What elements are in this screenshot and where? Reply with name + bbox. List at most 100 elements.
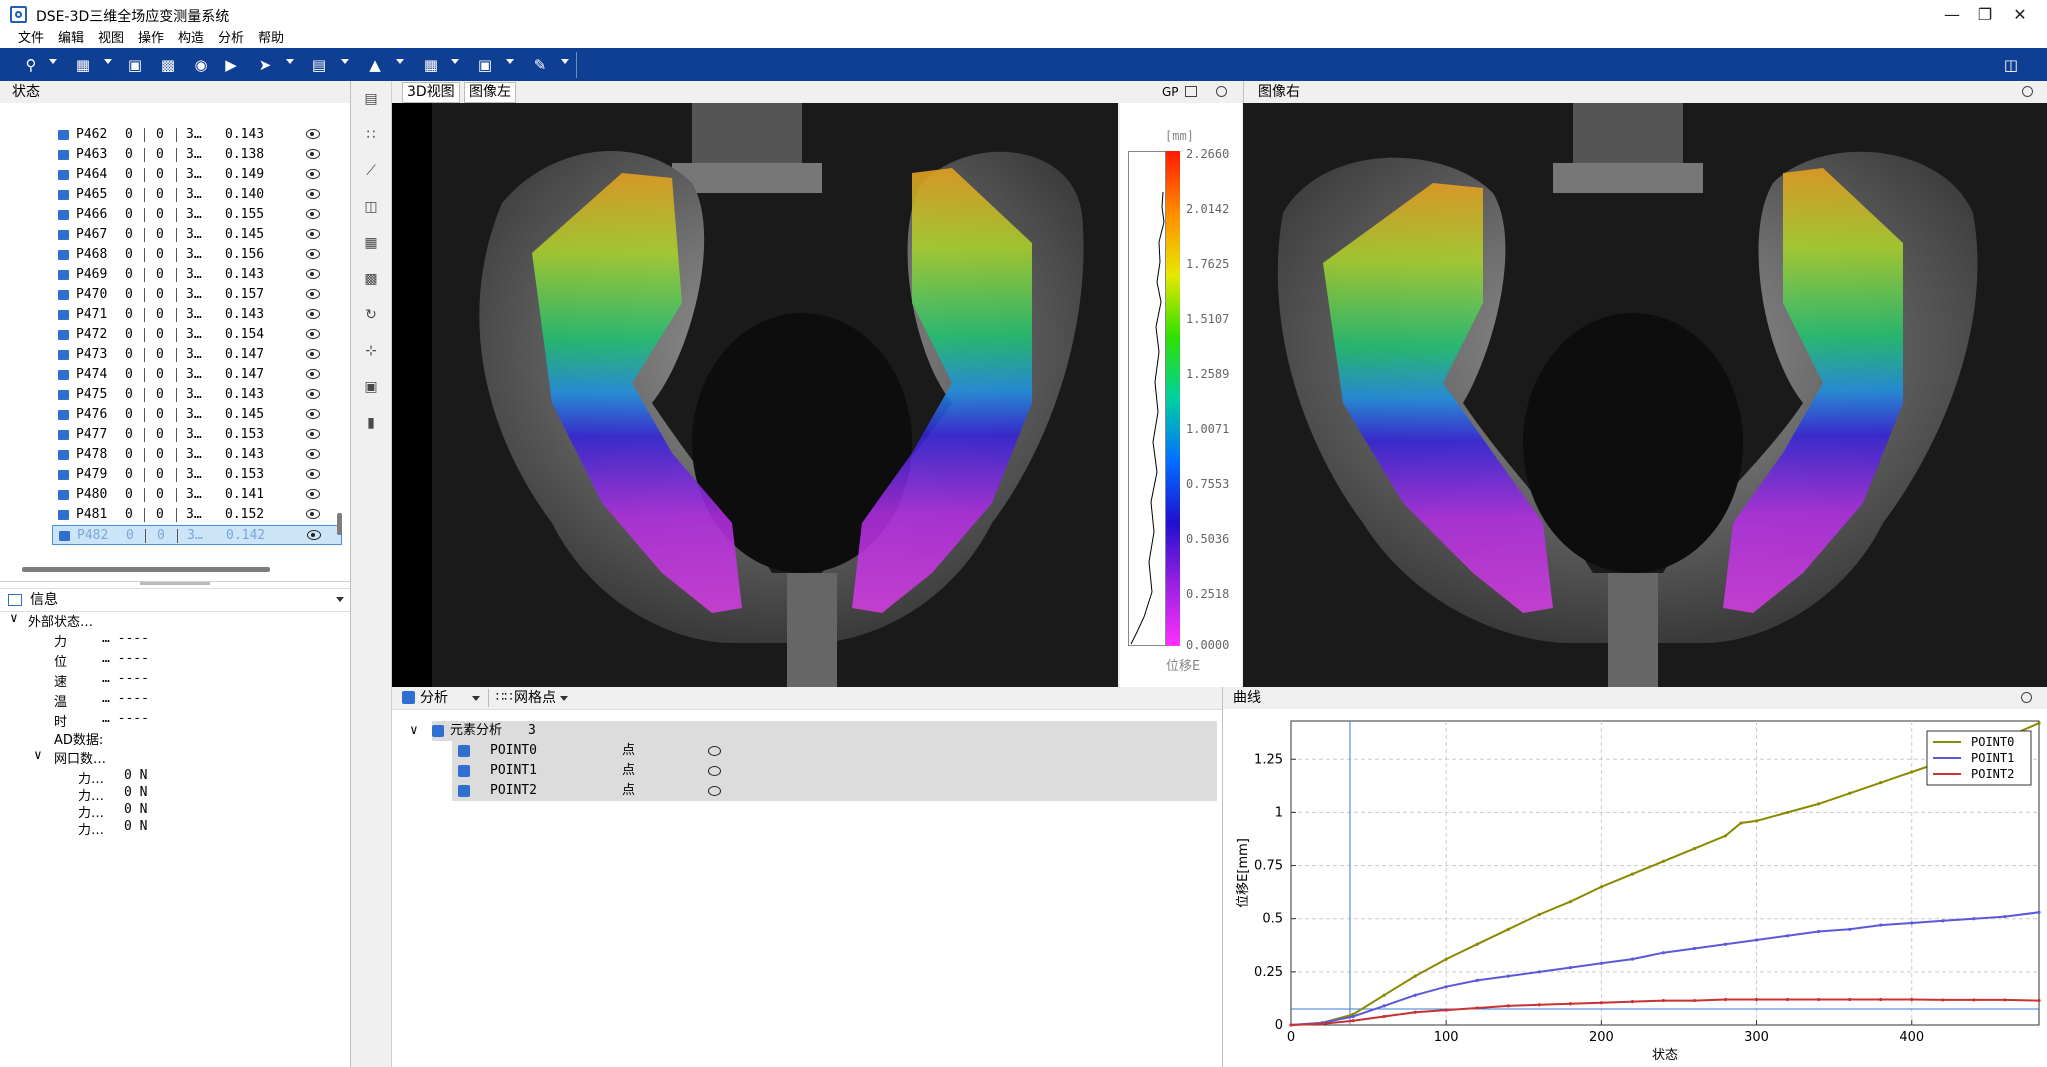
picture-icon[interactable]: ▣ [363, 379, 379, 395]
color-grid-icon[interactable]: ▩ [363, 271, 379, 287]
menu-help[interactable]: 帮助 [258, 27, 284, 46]
points-icon[interactable]: ∷ [363, 127, 379, 143]
eye-icon[interactable] [306, 409, 320, 419]
eye-icon[interactable] [306, 389, 320, 399]
status-row[interactable]: P471 0 0 3… 0.143 [52, 305, 342, 325]
tree-root-row[interactable] [432, 721, 1217, 741]
maximize-view-icon[interactable] [2021, 692, 2032, 703]
eye-icon[interactable] [306, 309, 320, 319]
status-row[interactable]: P473 0 0 3… 0.147 [52, 345, 342, 365]
menu-view[interactable]: 视图 [98, 27, 124, 46]
eye-icon[interactable] [708, 786, 721, 796]
status-row[interactable]: P465 0 0 3… 0.140 [52, 185, 342, 205]
status-row[interactable]: P476 0 0 3… 0.145 [52, 405, 342, 425]
eye-icon[interactable] [307, 530, 321, 540]
tab-analysis[interactable]: 分析 [420, 687, 448, 709]
status-row[interactable]: P472 0 0 3… 0.154 [52, 325, 342, 345]
eye-icon[interactable] [306, 509, 320, 519]
play-icon[interactable]: ▶ [220, 55, 242, 75]
search-dropdown[interactable] [49, 59, 57, 64]
collapse-icon[interactable]: ∨ [10, 611, 18, 626]
right-image-canvas[interactable] [1243, 103, 2047, 687]
export-icon[interactable]: ▣ [124, 55, 146, 75]
collapse-icon[interactable]: ∨ [410, 721, 418, 740]
tree-item-row[interactable] [452, 781, 1217, 801]
camera-icon[interactable]: ▮ [363, 415, 379, 431]
status-hscroll-thumb[interactable] [22, 567, 270, 572]
frame-dropdown[interactable] [506, 59, 514, 64]
eye-icon[interactable] [306, 349, 320, 359]
pointer-dropdown[interactable] [286, 59, 294, 64]
brush-icon[interactable]: ✎ [529, 55, 551, 75]
chevron-down-icon[interactable] [560, 696, 568, 701]
restore-button[interactable]: ❐ [1965, 4, 2005, 26]
menu-file[interactable]: 文件 [18, 27, 44, 46]
rotate-icon[interactable]: ↻ [363, 307, 379, 323]
eye-icon[interactable] [306, 129, 320, 139]
eye-icon[interactable] [306, 429, 320, 439]
close-button[interactable]: ✕ [2000, 4, 2040, 26]
line-icon[interactable]: ⟋ [363, 163, 379, 179]
external-state-label[interactable]: 外部状态… [28, 611, 93, 630]
eye-icon[interactable] [306, 269, 320, 279]
chevron-down-icon[interactable] [472, 696, 480, 701]
gp-label[interactable]: GP [1162, 81, 1179, 103]
stage-dropdown[interactable] [396, 59, 404, 64]
brush-dropdown[interactable] [561, 59, 569, 64]
left-image-canvas[interactable] [392, 103, 1118, 687]
status-row[interactable]: P470 0 0 3… 0.157 [52, 285, 342, 305]
eye-icon[interactable] [306, 149, 320, 159]
eye-icon[interactable] [306, 449, 320, 459]
grid-dropdown[interactable] [104, 59, 112, 64]
status-row[interactable]: P463 0 0 3… 0.138 [52, 145, 342, 165]
tab-grid-points[interactable]: 网格点 [514, 687, 556, 709]
layers-icon[interactable]: ▤ [308, 55, 330, 75]
layout-icon[interactable]: ▤ [363, 91, 379, 107]
status-row[interactable]: P464 0 0 3… 0.149 [52, 165, 342, 185]
displacement-chart[interactable]: 0 100 200 300 400 0 0.25 0.5 0.75 1 1.25 状态 位移E[mm] P… [1223, 709, 2047, 1067]
chevron-down-icon[interactable] [336, 597, 344, 602]
panel-toggle-icon[interactable]: ◫ [2000, 55, 2022, 75]
status-row[interactable]: P462 0 0 3… 0.143 [52, 125, 342, 145]
search-icon[interactable]: ⚲ [20, 55, 42, 75]
status-row[interactable]: P478 0 0 3… 0.143 [52, 445, 342, 465]
status-row[interactable]: P481 0 0 3… 0.152 [52, 505, 342, 525]
menu-construct[interactable]: 构造 [178, 27, 204, 46]
image-icon[interactable]: ▩ [157, 55, 179, 75]
status-row[interactable]: P469 0 0 3… 0.143 [52, 265, 342, 285]
mirror-icon[interactable]: ◫ [363, 199, 379, 215]
eye-icon[interactable] [306, 169, 320, 179]
status-row[interactable]: P467 0 0 3… 0.145 [52, 225, 342, 245]
eye-icon[interactable] [306, 469, 320, 479]
grid-icon[interactable]: ▦ [72, 55, 94, 75]
snapshot-icon[interactable] [1185, 86, 1197, 97]
info-panel-header[interactable]: 信息 [0, 588, 350, 612]
maximize-view-icon[interactable] [2022, 86, 2033, 97]
menu-analysis[interactable]: 分析 [218, 27, 244, 46]
tab-3d-view[interactable]: 3D视图 [402, 82, 460, 103]
record-icon[interactable]: ◉ [190, 55, 212, 75]
status-row[interactable]: P468 0 0 3… 0.156 [52, 245, 342, 265]
eye-icon[interactable] [306, 209, 320, 219]
collapse-icon[interactable]: ∨ [34, 748, 42, 763]
stage-icon[interactable]: ▲ [364, 55, 386, 75]
table-icon[interactable]: ▦ [420, 55, 442, 75]
status-row[interactable]: P482 0 0 3… 0.142 [52, 525, 342, 545]
tab-image-left[interactable]: 图像左 [464, 82, 516, 103]
status-row[interactable]: P466 0 0 3… 0.155 [52, 205, 342, 225]
eye-icon[interactable] [306, 369, 320, 379]
status-row[interactable]: P480 0 0 3… 0.141 [52, 485, 342, 505]
maximize-view-icon[interactable] [1216, 86, 1227, 97]
status-row[interactable]: P474 0 0 3… 0.147 [52, 365, 342, 385]
tree-item-row[interactable] [452, 761, 1217, 781]
layers-dropdown[interactable] [341, 59, 349, 64]
eye-icon[interactable] [306, 329, 320, 339]
eye-icon[interactable] [306, 189, 320, 199]
menu-operate[interactable]: 操作 [138, 27, 164, 46]
splitter-handle[interactable] [140, 582, 210, 585]
tree-item-row[interactable] [452, 741, 1217, 761]
eye-icon[interactable] [306, 249, 320, 259]
status-row[interactable]: P475 0 0 3… 0.143 [52, 385, 342, 405]
status-vscroll-thumb[interactable] [337, 513, 342, 535]
eye-icon[interactable] [306, 289, 320, 299]
